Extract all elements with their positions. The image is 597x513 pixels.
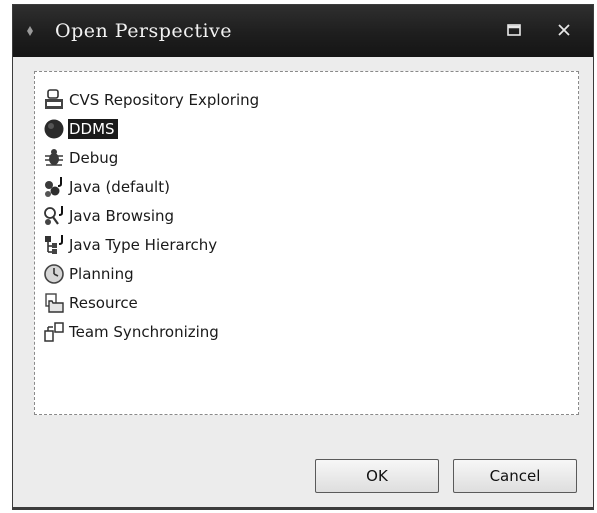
perspective-item-planning[interactable]: Planning — [43, 260, 137, 288]
team-synchronizing-icon — [44, 322, 64, 342]
debug-icon — [45, 149, 63, 166]
window-border — [13, 507, 593, 509]
window-icon — [27, 26, 33, 36]
ddms-icon — [44, 119, 64, 139]
perspective-item-debug[interactable]: Debug — [43, 144, 121, 172]
perspective-label: Resource — [69, 294, 138, 312]
perspective-label: Team Synchronizing — [69, 323, 219, 341]
perspective-item-java-browsing[interactable]: Java Browsing — [43, 202, 177, 230]
cvs-repository-icon — [45, 89, 63, 109]
cancel-button[interactable]: Cancel — [453, 459, 577, 493]
perspective-list[interactable]: CVS Repository Exploring DDMS Debug Java… — [34, 71, 579, 415]
java-perspective-icon — [45, 177, 62, 197]
perspective-item-resource[interactable]: Resource — [43, 289, 141, 317]
perspective-item-team-synchronizing[interactable]: Team Synchronizing — [43, 318, 222, 346]
java-type-hierarchy-icon — [45, 235, 63, 254]
resource-icon — [45, 293, 64, 313]
dialog-body: CVS Repository Exploring DDMS Debug Java… — [13, 57, 593, 509]
perspective-label: DDMS — [68, 119, 118, 139]
perspective-label: Java (default) — [69, 178, 170, 196]
perspective-label: Java Browsing — [69, 207, 175, 225]
screenshot-page: Open Perspective CVS Repository Explorin… — [0, 0, 597, 513]
perspective-item-ddms[interactable]: DDMS — [43, 115, 118, 143]
dialog-title: Open Perspective — [55, 20, 233, 42]
title-bar[interactable]: Open Perspective — [13, 5, 593, 57]
planning-icon — [44, 264, 64, 284]
java-browsing-icon — [44, 206, 63, 225]
perspective-item-java-default[interactable]: Java (default) — [43, 173, 173, 201]
perspective-item-java-type-hierarchy[interactable]: Java Type Hierarchy — [43, 231, 220, 259]
open-perspective-dialog: Open Perspective CVS Repository Explorin… — [12, 4, 594, 510]
ok-button[interactable]: OK — [315, 459, 439, 493]
perspective-label: Planning — [69, 265, 134, 283]
perspective-label: Debug — [69, 149, 119, 167]
maximize-icon[interactable] — [499, 19, 529, 41]
perspective-label: CVS Repository Exploring — [69, 91, 260, 109]
close-icon[interactable] — [549, 19, 579, 41]
perspective-label: Java Type Hierarchy — [69, 236, 218, 254]
perspective-item-cvs-repository-exploring[interactable]: CVS Repository Exploring — [43, 86, 262, 114]
